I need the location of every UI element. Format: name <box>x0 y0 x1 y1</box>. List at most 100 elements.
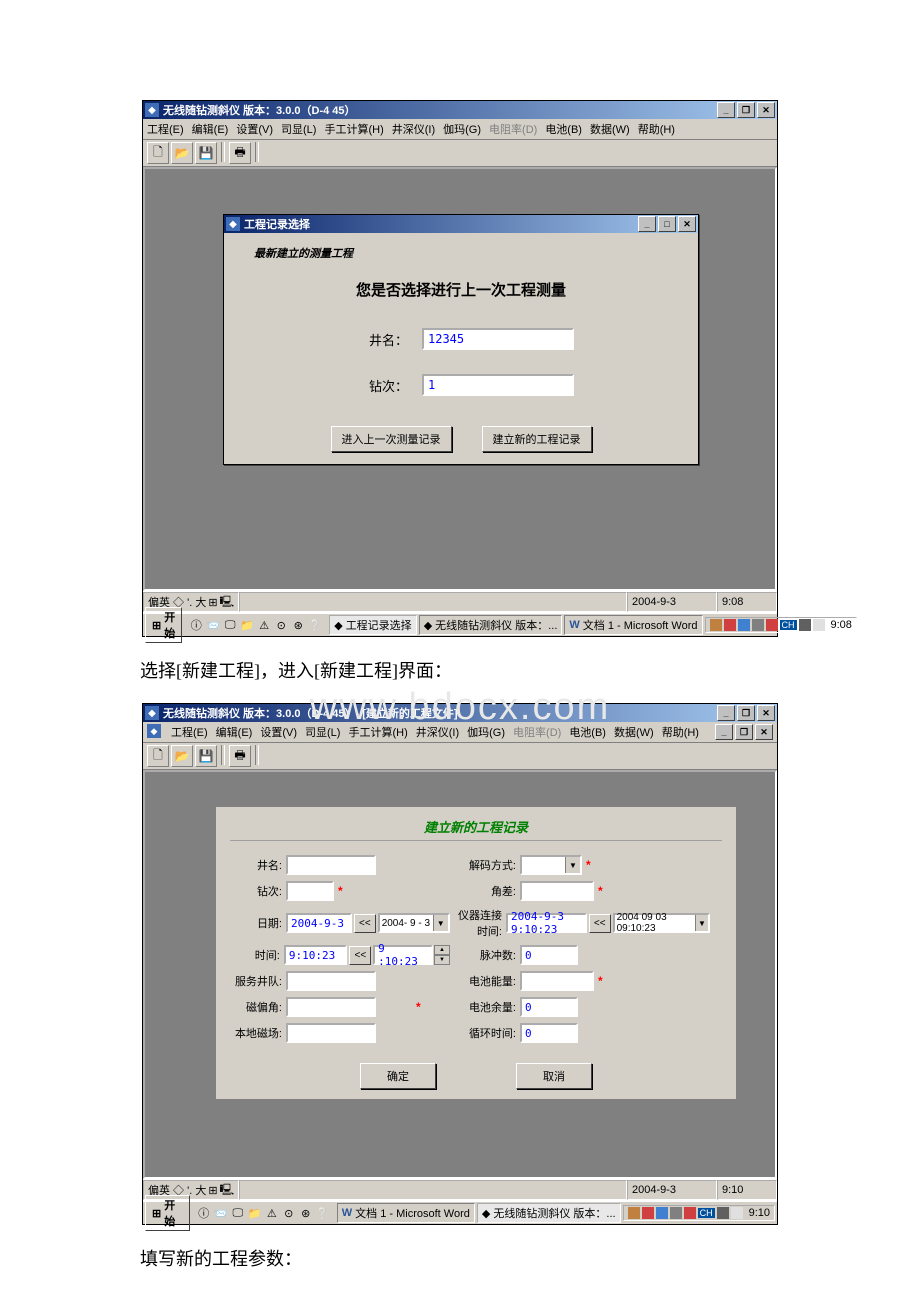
child-restore-button[interactable]: ❐ <box>735 724 753 740</box>
close-button[interactable]: ✕ <box>757 705 775 721</box>
tray-icon[interactable] <box>684 1207 696 1219</box>
taskbar-item[interactable]: ◆ 无线随钻测斜仪 版本：... <box>477 1203 621 1223</box>
dropdown-arrow-icon[interactable]: ▼ <box>695 915 708 931</box>
conn-time-picker[interactable]: 2004 09 03 09:10:23▼ <box>613 913 710 933</box>
menu-item[interactable]: 帮助(H) <box>662 724 699 740</box>
tray-icon[interactable] <box>628 1207 640 1219</box>
maximize-button[interactable]: □ <box>658 216 676 232</box>
tray-icon[interactable] <box>731 1207 743 1219</box>
ql-icon[interactable]: 📁 <box>239 617 255 633</box>
child-window-icon[interactable]: ◆ <box>147 724 161 738</box>
menu-item[interactable]: 编辑(E) <box>192 121 229 137</box>
minimize-button[interactable]: _ <box>638 216 656 232</box>
open-icon[interactable]: 📂 <box>171 142 193 164</box>
save-icon[interactable]: 💾 <box>195 745 217 767</box>
ql-icon[interactable]: 📨 <box>205 617 221 633</box>
start-button[interactable]: ⊞ 开始 <box>145 607 182 643</box>
ql-icon[interactable]: ❔ <box>315 1205 331 1221</box>
local-mag-input[interactable] <box>286 1023 376 1043</box>
well-name-input[interactable] <box>286 855 376 875</box>
menu-item[interactable]: 设置(V) <box>236 121 273 137</box>
ql-icon[interactable]: 🖵 <box>230 1205 246 1221</box>
child-minimize-button[interactable]: _ <box>715 724 733 740</box>
menu-item[interactable]: 编辑(E) <box>216 724 253 740</box>
ql-icon[interactable]: ⓘ <box>196 1205 212 1221</box>
service-input[interactable] <box>286 971 376 991</box>
dropdown-arrow-icon[interactable]: ▼ <box>565 857 580 873</box>
menu-item[interactable]: 电池(B) <box>569 724 606 740</box>
menu-item[interactable]: 手工计算(H) <box>324 121 383 137</box>
pulse-input[interactable]: 0 <box>520 945 578 965</box>
tray-icon[interactable] <box>710 619 722 631</box>
ql-icon[interactable]: ⚠ <box>256 617 272 633</box>
menu-item[interactable]: 工程(E) <box>171 724 208 740</box>
mag-dec-input[interactable] <box>286 997 376 1017</box>
time-input[interactable]: 9:10:23 <box>284 945 348 965</box>
cancel-button[interactable]: 取消 <box>516 1063 592 1089</box>
minimize-button[interactable]: _ <box>717 102 735 118</box>
angle-diff-input[interactable] <box>520 881 594 901</box>
ql-icon[interactable]: 📨 <box>213 1205 229 1221</box>
menu-item[interactable]: 司显(L) <box>305 724 340 740</box>
date-sync-button[interactable]: << <box>354 914 376 933</box>
ql-icon[interactable]: ⊙ <box>281 1205 297 1221</box>
child-close-button[interactable]: ✕ <box>755 724 773 740</box>
taskbar-item[interactable]: W 文档 1 - Microsoft Word <box>564 615 702 635</box>
start-button[interactable]: ⊞ 开始 <box>145 1195 190 1231</box>
menu-item[interactable]: 电池(B) <box>545 121 582 137</box>
menu-item[interactable]: 设置(V) <box>260 724 297 740</box>
close-button[interactable]: ✕ <box>757 102 775 118</box>
save-icon[interactable]: 💾 <box>195 142 217 164</box>
battery-rem-input[interactable]: 0 <box>520 997 578 1017</box>
tray-icon[interactable] <box>717 1207 729 1219</box>
tray-icon[interactable] <box>813 619 825 631</box>
ql-icon[interactable]: ⚠ <box>264 1205 280 1221</box>
ql-icon[interactable]: 🖵 <box>222 617 238 633</box>
menu-item[interactable]: 数据(W) <box>614 724 654 740</box>
tray-icon[interactable] <box>738 619 750 631</box>
menu-item[interactable]: 井深仪(I) <box>416 724 459 740</box>
date-input[interactable]: 2004-9-3 <box>286 913 352 933</box>
maximize-button[interactable]: ❐ <box>737 705 755 721</box>
menu-item[interactable]: 司显(L) <box>281 121 316 137</box>
menu-item[interactable]: 伽玛(G) <box>467 724 505 740</box>
ime-indicator[interactable]: CH <box>780 620 797 630</box>
menu-item[interactable]: 手工计算(H) <box>348 724 407 740</box>
ql-icon[interactable]: ⊛ <box>290 617 306 633</box>
ime-indicator[interactable]: CH <box>698 1208 715 1218</box>
tray-icon[interactable] <box>642 1207 654 1219</box>
well-name-input[interactable]: 12345 <box>422 328 574 350</box>
ok-button[interactable]: 确定 <box>360 1063 436 1089</box>
taskbar-item[interactable]: W 文档 1 - Microsoft Word <box>337 1203 475 1223</box>
battery-cap-input[interactable] <box>520 971 594 991</box>
tray-icon[interactable] <box>766 619 778 631</box>
conn-time-input[interactable]: 2004-9-3 9:10:23 <box>506 913 587 933</box>
ql-icon[interactable]: ⓘ <box>188 617 204 633</box>
tray-icon[interactable] <box>799 619 811 631</box>
print-icon[interactable]: 🖶 <box>229 142 251 164</box>
cycle-input[interactable]: 0 <box>520 1023 578 1043</box>
taskbar-item[interactable]: ◆ 无线随钻测斜仪 版本：... <box>419 615 563 635</box>
spinner-down-icon[interactable]: ▼ <box>434 955 450 965</box>
ql-icon[interactable]: ⊛ <box>298 1205 314 1221</box>
taskbar-item[interactable]: ◆ 工程记录选择 <box>329 615 416 635</box>
time-sync-button[interactable]: << <box>349 946 371 965</box>
dropdown-arrow-icon[interactable]: ▼ <box>433 915 448 931</box>
tray-icon[interactable] <box>752 619 764 631</box>
menu-item[interactable]: 数据(W) <box>590 121 630 137</box>
maximize-button[interactable]: ❐ <box>737 102 755 118</box>
run-input[interactable]: 1 <box>422 374 574 396</box>
close-button[interactable]: ✕ <box>678 216 696 232</box>
print-icon[interactable]: 🖶 <box>229 745 251 767</box>
open-icon[interactable]: 📂 <box>171 745 193 767</box>
time-spinner[interactable]: ▲▼ <box>434 945 450 965</box>
run-input[interactable] <box>286 881 334 901</box>
tray-icon[interactable] <box>656 1207 668 1219</box>
time-spinner-input[interactable]: 9 :10:23 <box>373 945 433 965</box>
spinner-up-icon[interactable]: ▲ <box>434 945 450 955</box>
conn-time-sync-button[interactable]: << <box>589 914 611 933</box>
minimize-button[interactable]: _ <box>717 705 735 721</box>
ql-icon[interactable]: 📁 <box>247 1205 263 1221</box>
enter-previous-button[interactable]: 进入上一次测量记录 <box>331 426 452 452</box>
tray-icon[interactable] <box>724 619 736 631</box>
